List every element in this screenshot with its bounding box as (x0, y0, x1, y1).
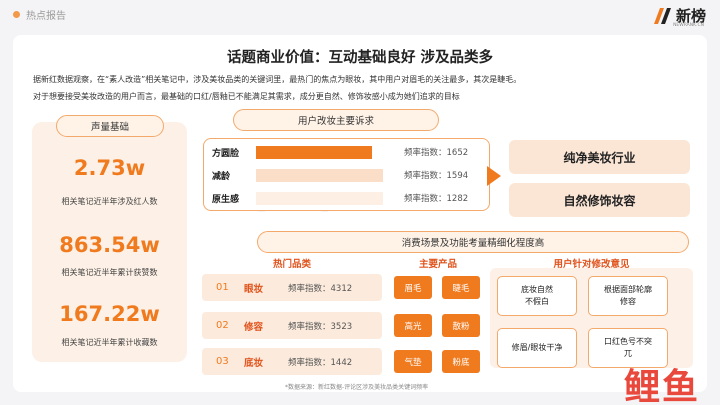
appeal-name: 减龄 (212, 171, 231, 182)
appeal-bar (256, 168, 383, 182)
brand-mark-icon (653, 7, 671, 24)
appeal-freq: 频率指数：1652 (404, 148, 469, 158)
consume-title: 消费场景及功能考量精细化程度高 (257, 231, 689, 253)
result-box-1: 纯净美妆行业 (509, 140, 690, 174)
appeal-freq: 频率指数：1282 (404, 194, 469, 204)
stat-value-1: 2.73w (73, 156, 146, 180)
appeal-title: 用户改妆主要诉求 (233, 109, 439, 131)
product-tag: 高光 (394, 314, 432, 337)
hot-freq: 频率指数：4312 (288, 283, 353, 294)
hot-num: 02 (216, 320, 229, 331)
product-tag: 眉毛 (394, 276, 432, 299)
hot-name: 底妆 (244, 357, 264, 369)
opinion-card: 根据面部轮廓 修容 (588, 276, 668, 316)
opinion-card: 底妆自然 不假白 (497, 276, 577, 316)
hot-freq: 频率指数：3523 (288, 321, 353, 332)
stat-label-1: 相关笔记近半年涉及红人数 (61, 197, 158, 206)
stat-label-3: 相关笔记近半年累计收藏数 (61, 338, 158, 347)
hot-name: 修容 (244, 321, 264, 333)
arrow-right-icon (487, 166, 501, 186)
section-label: 热点报告 (26, 11, 66, 22)
hot-row: 01 眼妆 频率指数：4312 (202, 274, 382, 301)
intro-line-2: 对于想要接受美妆改造的用户而言，最基础的口红/唇釉已不能满足其需求，成分更自然、… (33, 92, 460, 101)
data-source: *数据来源：新红数据-评论区涉及美妆品类关键词频率 (285, 384, 429, 391)
hot-num: 03 (216, 356, 229, 367)
appeal-name: 方圆脸 (212, 148, 240, 159)
opinion-card: 修眉/眼妆干净 (497, 328, 577, 368)
stat-value-3: 167.22w (59, 302, 160, 326)
brand-sub: NEWRANK.CN (673, 23, 704, 28)
product-tag: 睫毛 (442, 276, 480, 299)
product-tag: 气垫 (394, 350, 432, 373)
appeal-row: 方圆脸 频率指数：1652 (212, 143, 482, 161)
hot-title: 热门品类 (272, 259, 311, 270)
appeal-row: 原生感 频率指数：1282 (212, 189, 482, 207)
hot-num: 01 (216, 282, 229, 293)
appeal-freq: 频率指数：1594 (404, 171, 469, 181)
appeal-bar (256, 145, 372, 159)
product-tag: 粉底 (442, 350, 480, 373)
stat-label-2: 相关笔记近半年累计获赞数 (61, 268, 158, 277)
product-title: 主要产品 (418, 259, 457, 270)
watermark-brand: 鲤鱼 (623, 367, 700, 405)
page-title: 话题商业价值：互动基础良好 涉及品类多 (226, 50, 494, 66)
result-box-2: 自然修饰妆容 (509, 183, 690, 217)
stat-value-2: 863.54w (59, 233, 160, 257)
hot-row: 03 底妆 频率指数：1442 (202, 348, 382, 375)
voice-title: 声量基础 (56, 115, 164, 137)
intro-line-1: 据新红数据观察，在“素人改造”相关笔记中，涉及美妆品类的关键词里，最热门的焦点为… (33, 75, 522, 84)
hot-row: 02 修容 频率指数：3523 (202, 312, 382, 339)
appeal-row: 减龄 频率指数：1594 (212, 166, 482, 184)
product-tag: 散粉 (442, 314, 480, 337)
hot-freq: 频率指数：1442 (288, 357, 353, 368)
appeal-bar (256, 191, 383, 205)
section-dot (13, 11, 20, 18)
hot-name: 眼妆 (244, 283, 264, 295)
appeal-name: 原生感 (212, 194, 240, 205)
